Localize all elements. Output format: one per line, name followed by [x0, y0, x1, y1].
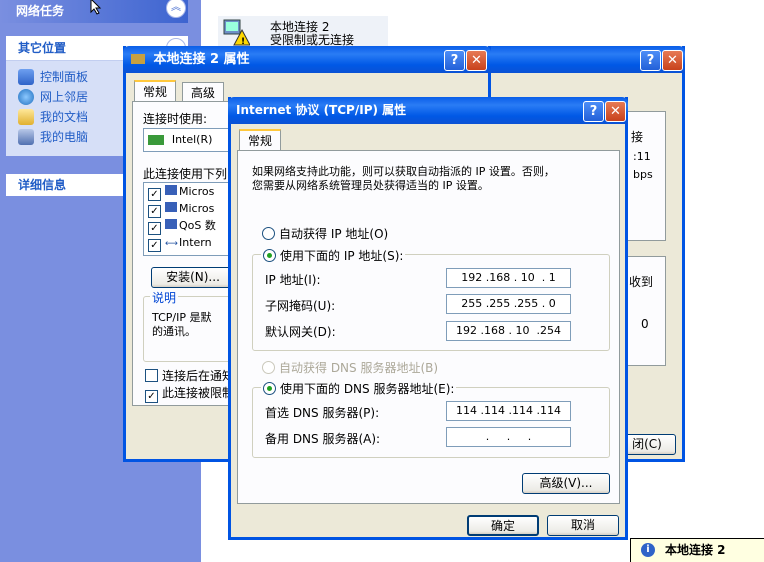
protocol-icon: ⟷ — [165, 239, 178, 249]
ok-button-label: 确定 — [490, 519, 515, 533]
help-icon[interactable]: ? — [583, 101, 604, 122]
tab-general[interactable]: 常规 — [239, 129, 282, 151]
items-label: 此连接使用下列 — [143, 167, 228, 181]
info-icon: i — [641, 543, 655, 557]
cancel-button-label: 取消 — [570, 518, 595, 532]
place-label: 网上邻居 — [40, 90, 89, 104]
tab-label: 常规 — [143, 85, 168, 99]
qos-icon — [165, 219, 177, 229]
ip-address-input[interactable]: 192 .168 . 10 . 1 — [446, 268, 571, 288]
description-title: 说明 — [150, 289, 179, 306]
advanced-button[interactable]: 高级(V)... — [522, 473, 610, 494]
close-icon[interactable]: ✕ — [662, 50, 683, 71]
close-button-label: 闭(C) — [632, 437, 662, 451]
network-icon — [131, 54, 145, 64]
install-button-label: 安装(N)... — [166, 270, 220, 284]
status-text: 接 — [631, 130, 644, 144]
tab-label: 常规 — [248, 134, 273, 148]
tab-general[interactable]: 常规 — [134, 80, 177, 102]
service-icon — [165, 202, 177, 212]
item-label: Micros — [179, 202, 215, 215]
connection-item[interactable]: ! 本地连接 2 受限制或无连接 — [218, 16, 388, 47]
description-line: 的通讯。 — [152, 325, 196, 338]
tab-label: 高级 — [191, 86, 216, 100]
mouse-cursor-icon — [90, 0, 102, 15]
mask-label: 子网掩码(U): — [265, 299, 336, 313]
place-label: 我的电脑 — [40, 130, 89, 144]
radio-label: 自动获得 DNS 服务器地址(B) — [279, 361, 439, 375]
tcpip-title: Internet 协议 (TCP/IP) 属性 — [236, 103, 407, 117]
other-places-title: 其它位置 — [18, 41, 67, 55]
cancel-button[interactable]: 取消 — [547, 515, 619, 536]
auto-dns-radio[interactable]: 自动获得 DNS 服务器地址(B) — [262, 359, 438, 376]
place-label: 我的文档 — [40, 110, 89, 124]
gateway-label: 默认网关(D): — [265, 325, 336, 339]
item-label: Micros — [179, 185, 215, 198]
alternate-dns-input[interactable]: . . . — [446, 427, 571, 447]
tcpip-titlebar[interactable]: Internet 协议 (TCP/IP) 属性 — [228, 97, 628, 124]
auto-ip-radio[interactable]: 自动获得 IP 地址(O) — [262, 225, 388, 242]
tab-advanced[interactable]: 高级 — [182, 82, 225, 102]
preferred-dns-label: 首选 DNS 服务器(P): — [265, 406, 380, 420]
properties-titlebar[interactable]: 本地连接 2 属性 — [123, 46, 491, 73]
tcpip-page: 如果网络支持此功能，则可以获取自动指派的 IP 设置。否则， 您需要从网络系统管… — [237, 150, 620, 504]
client-icon — [165, 185, 177, 195]
svg-text:!: ! — [241, 37, 245, 46]
place-label: 控制面板 — [40, 70, 89, 84]
control-panel-icon — [18, 69, 34, 85]
help-icon[interactable]: ? — [444, 50, 465, 71]
network-places-icon — [18, 89, 34, 105]
properties-title: 本地连接 2 属性 — [153, 52, 250, 67]
connect-using-label: 连接时使用: — [143, 112, 208, 126]
help-icon[interactable]: ? — [640, 50, 661, 71]
network-tasks-title: 网络任务 — [16, 4, 65, 18]
checkbox-label: 连接后在通知 — [162, 369, 235, 383]
advanced-button-label: 高级(V)... — [539, 476, 593, 490]
manual-dns-radio[interactable]: 使用下面的 DNS 服务器地址(E): — [261, 380, 457, 397]
alternate-dns-label: 备用 DNS 服务器(A): — [265, 432, 381, 446]
status-text: :11 — [633, 150, 651, 163]
install-button[interactable]: 安装(N)... — [151, 267, 235, 288]
tcpip-dialog: Internet 协议 (TCP/IP) 属性 ? ✕ 常规 如果网络支持此功能… — [228, 97, 628, 540]
documents-folder-icon — [18, 109, 34, 125]
item-label: QoS 数 — [179, 219, 216, 232]
close-icon[interactable]: ✕ — [605, 101, 626, 122]
radio-label: 使用下面的 DNS 服务器地址(E): — [280, 382, 455, 396]
subnet-mask-input[interactable]: 255 .255 .255 . 0 — [446, 294, 571, 314]
close-icon[interactable]: ✕ — [466, 50, 487, 71]
default-gateway-input[interactable]: 192 .168 . 10 .254 — [446, 321, 571, 341]
item-label: Intern — [179, 236, 212, 249]
ip-label: IP 地址(I): — [265, 273, 321, 287]
dns-group: 使用下面的 DNS 服务器地址(E): 首选 DNS 服务器(P): 114 .… — [252, 380, 610, 458]
adapter-icon — [148, 135, 164, 145]
ok-button[interactable]: 确定 — [467, 515, 539, 536]
balloon-title: 本地连接 2 — [665, 543, 726, 557]
notify-checkbox[interactable]: ✓ 此连接被限制 — [145, 384, 234, 403]
network-warning-icon: ! — [220, 18, 251, 47]
adapter-name: Intel(R) — [171, 133, 213, 146]
my-computer-icon — [18, 129, 34, 145]
status-text: bps — [633, 168, 653, 181]
intro-text: 您需要从网络系统管理员处获得适当的 IP 设置。 — [252, 179, 489, 192]
manual-ip-radio[interactable]: 使用下面的 IP 地址(S): — [261, 247, 406, 264]
show-icon-checkbox[interactable]: 连接后在通知 — [145, 367, 234, 384]
status-text: 0 — [641, 317, 649, 331]
tray-balloon[interactable]: i 本地连接 2 — [630, 538, 764, 562]
checkbox-label: 此连接被限制 — [162, 386, 235, 400]
preferred-dns-input[interactable]: 114 .114 .114 .114 — [446, 401, 571, 421]
radio-label: 自动获得 IP 地址(O) — [279, 227, 389, 241]
radio-label: 使用下面的 IP 地址(S): — [280, 249, 404, 263]
ip-group: 使用下面的 IP 地址(S): IP 地址(I): 192 .168 . 10 … — [252, 247, 610, 351]
status-text: 收到 — [629, 275, 654, 289]
